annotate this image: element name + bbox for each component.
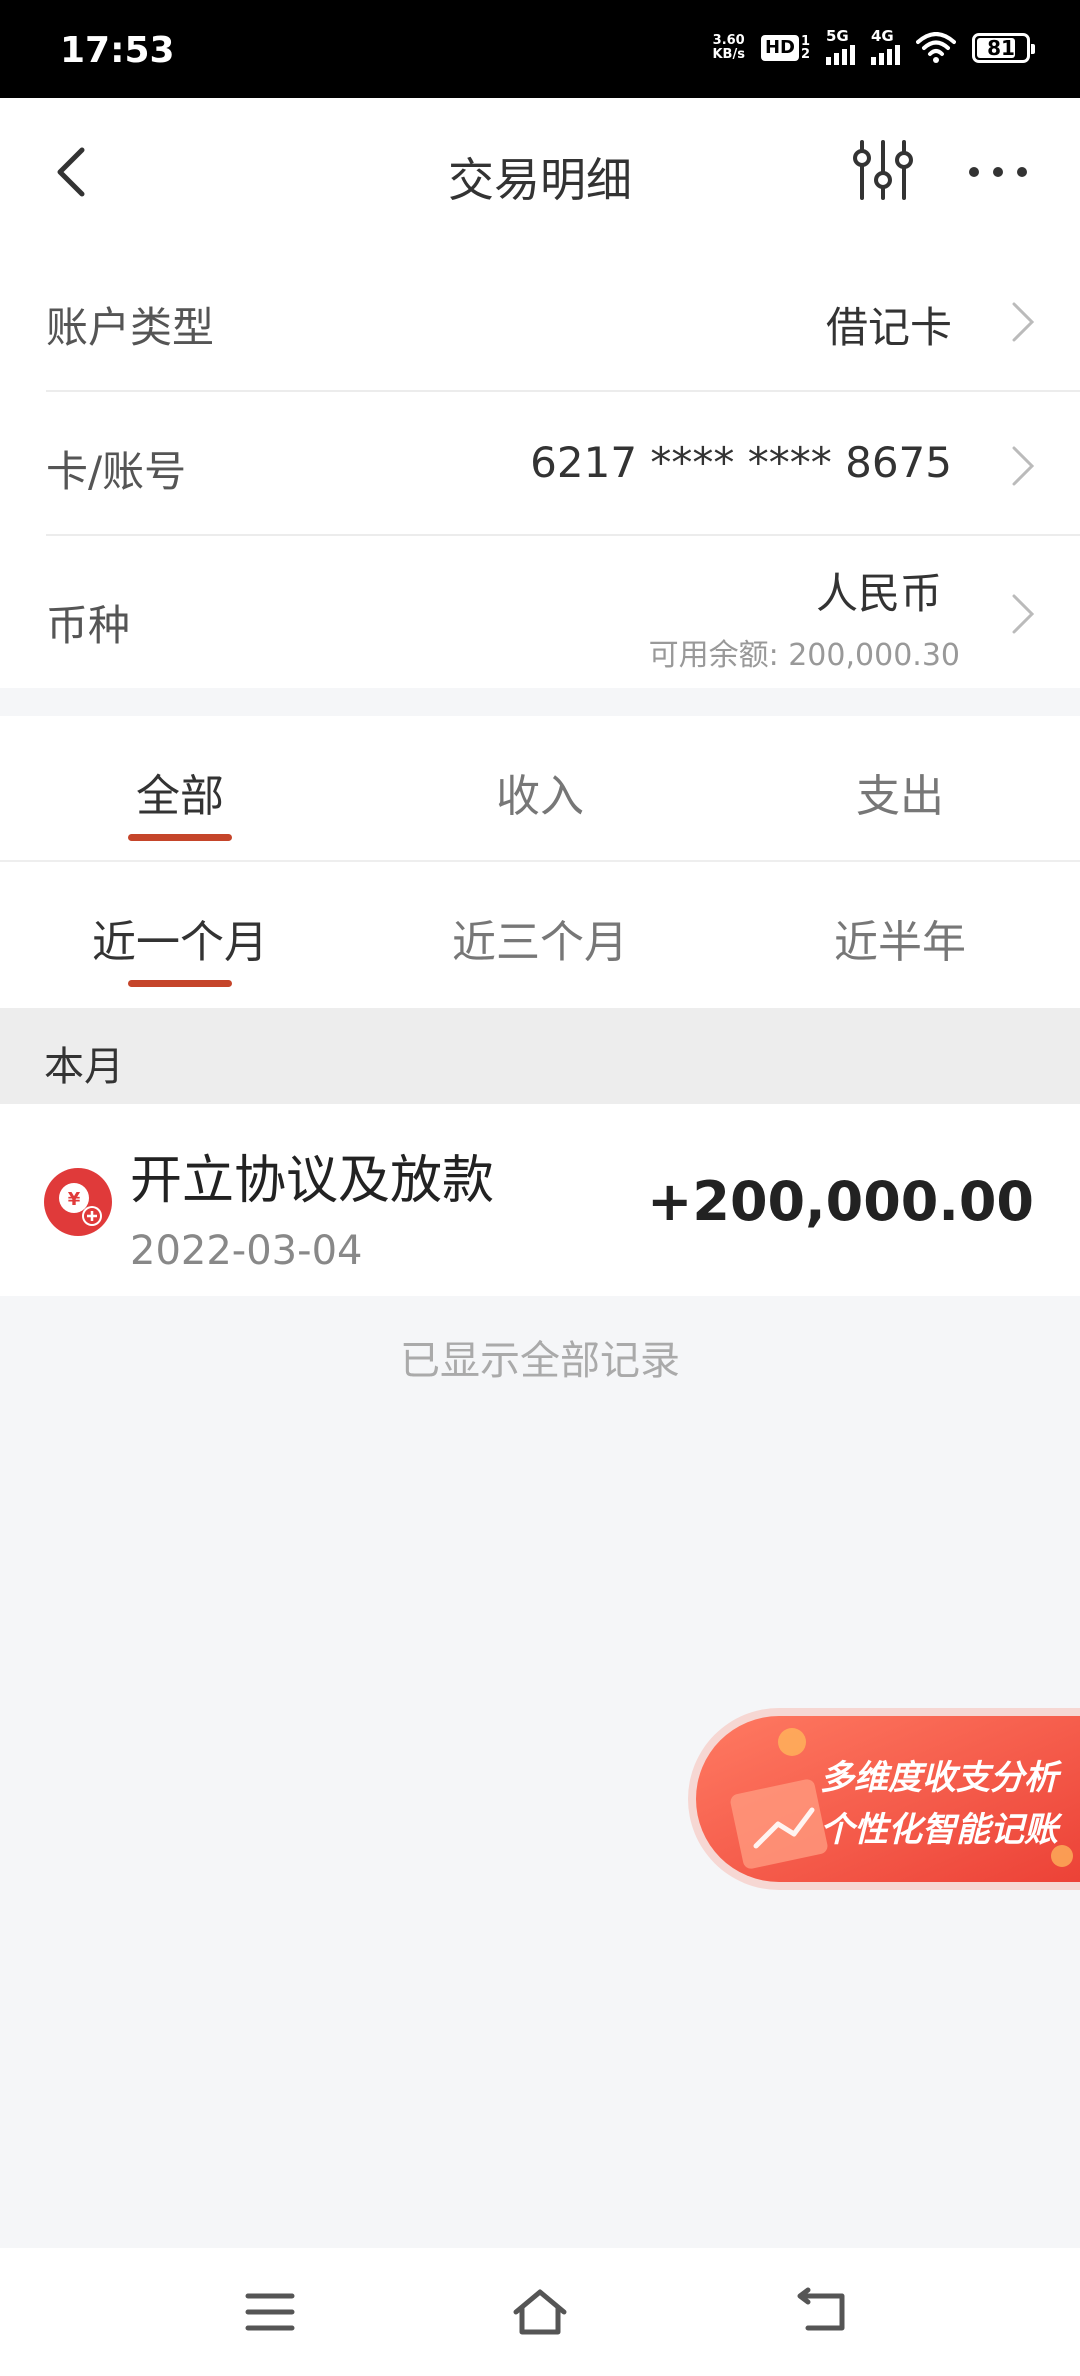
tab-last-three-months[interactable]: 近三个月 [360,906,720,970]
card-number-label: 卡/账号 [46,447,187,496]
signal-4g-label: 4G [871,27,894,45]
tab-last-month[interactable]: 近一个月 [0,906,360,970]
hd-sub: 2 [800,47,810,62]
signal-5g-label: 5G [826,27,849,45]
account-type-value: 借记卡 [825,303,952,352]
currency-row[interactable]: 币种 人民币 可用余额: 200,000.30 [46,536,1080,688]
status-bar: 17:53 3.60 KB/s HD 1 2 5G 4G 81 [0,0,1080,98]
promo-line-2: 个性化智能记账 [820,1810,1058,1850]
battery-icon: 81 [972,33,1035,63]
wifi-icon [916,32,956,63]
card-number-value: 6217 **** **** 8675 [530,438,952,487]
transaction-title: 开立协议及放款 [130,1151,495,1211]
page-title: 交易明细 [448,153,632,207]
promo-banner[interactable]: 多维度收支分析 个性化智能记账 [686,1706,1080,1892]
battery-level: 81 [987,36,1015,60]
all-records-shown: 已显示全部记录 [400,1338,680,1384]
chevron-right-icon [1012,594,1035,634]
available-balance: 可用余额: 200,000.30 [648,638,960,673]
menu-icon[interactable] [242,2286,298,2338]
type-tabs: 全部 收入 支出 [0,716,1080,860]
chevron-right-icon [1012,302,1035,342]
month-label: 本月 [44,1044,124,1090]
account-type-row[interactable]: 账户类型 借记卡 [46,248,1080,392]
status-icons: 3.60 KB/s HD 1 2 5G 4G 81 [712,26,1035,70]
currency-value: 人民币 [815,569,942,618]
account-type-label: 账户类型 [46,303,215,352]
period-active-indicator [128,980,232,987]
back-icon[interactable] [794,2286,850,2338]
promo-background [688,1708,1080,1890]
hd-badge: HD [760,35,799,61]
tab-all[interactable]: 全部 [0,760,360,824]
tab-last-half-year[interactable]: 近半年 [720,906,1080,970]
svg-text:¥: ¥ [68,1189,81,1210]
hd-icon: HD 1 2 [760,35,810,62]
tab-active-indicator [128,834,232,841]
status-time: 17:53 [60,30,175,71]
app-header: 交易明细 [0,98,1080,248]
transaction-item[interactable]: ¥ 开立协议及放款 2022-03-04 +200,000.00 [0,1104,1080,1296]
card-number-row[interactable]: 卡/账号 6217 **** **** 8675 [46,392,1080,536]
signal-5g-icon: 5G [826,27,855,65]
network-speed-value: 3.60 [712,33,745,48]
filter-button[interactable] [852,138,914,202]
tab-expense[interactable]: 支出 [720,760,1080,824]
account-info: 账户类型 借记卡 卡/账号 6217 **** **** 8675 币种 人民币… [0,248,1080,688]
tab-income[interactable]: 收入 [360,760,720,824]
transaction-amount: +200,000.00 [647,1170,1034,1233]
period-tabs: 近一个月 近三个月 近半年 [0,862,1080,1008]
more-button[interactable] [966,152,1030,192]
transaction-date: 2022-03-04 [130,1228,363,1274]
promo-line-1: 多维度收支分析 [820,1758,1058,1798]
month-header: 本月 [0,1008,1080,1104]
chevron-right-icon [1012,446,1035,486]
home-icon[interactable] [510,2286,570,2338]
yuan-plus-icon: ¥ [44,1168,112,1236]
network-speed-unit: KB/s [712,47,745,62]
network-speed: 3.60 KB/s [712,34,744,62]
system-navigation-bar [0,2248,1080,2376]
signal-4g-icon: 4G [871,27,900,65]
currency-label: 币种 [46,601,131,650]
